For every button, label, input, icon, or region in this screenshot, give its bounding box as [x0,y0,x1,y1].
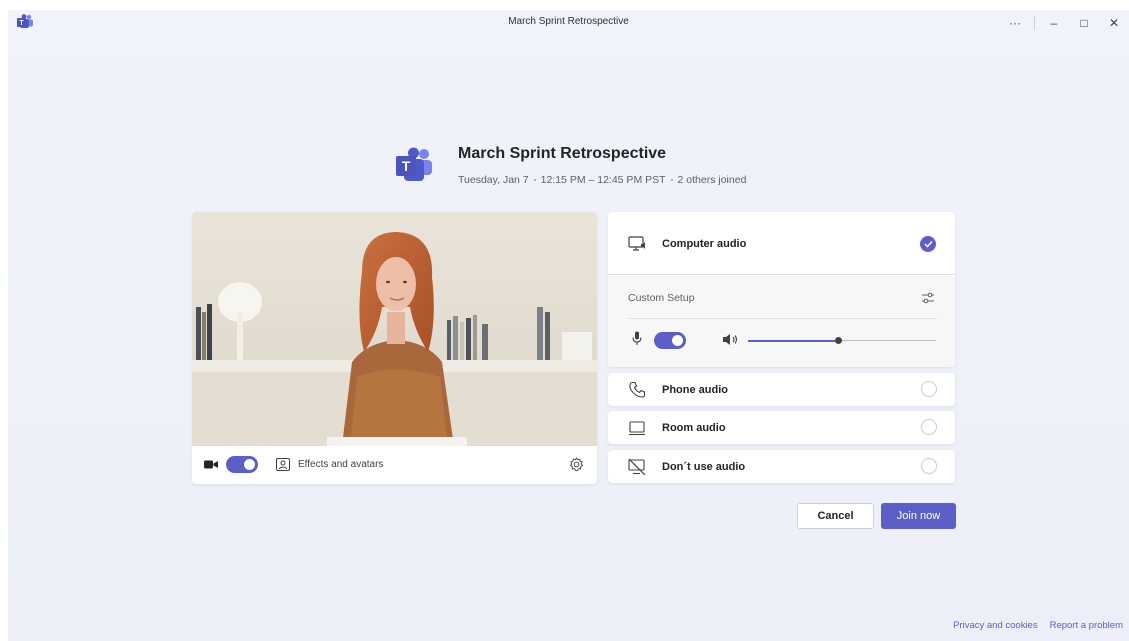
teams-logo-icon: T [396,147,432,181]
camera-icon [204,460,218,469]
audio-settings-sliders-icon[interactable] [921,291,935,305]
camera-preview [192,212,597,446]
more-options-button[interactable]: ··· [1000,10,1030,36]
speaker-icon [723,334,738,345]
title-bar: T March Sprint Retrospective ··· – □ ✕ [8,10,1129,36]
video-controls-bar: Effects and avatars [192,446,597,484]
title-separator [1034,16,1035,30]
microphone-toggle[interactable] [654,332,686,349]
window-controls: ··· – □ ✕ [1000,10,1129,36]
effects-icon [276,458,290,471]
meeting-details: Tuesday, Jan 7 12:15 PM – 12:45 PM PST 2… [458,174,746,186]
no-audio-icon [628,458,646,476]
report-problem-link[interactable]: Report a problem [1050,620,1123,631]
computer-audio-label: Computer audio [662,238,747,250]
maximize-button[interactable]: □ [1069,10,1099,36]
separator-dot [533,179,536,181]
camera-toggle[interactable] [226,456,258,473]
phone-icon [629,381,646,398]
custom-setup-label: Custom Setup [628,292,695,304]
effects-and-avatars-button[interactable]: Effects and avatars [298,459,383,470]
audio-option-none[interactable]: Don´t use audio [608,450,955,483]
room-audio-icon [629,421,645,436]
no-audio-label: Don´t use audio [662,461,746,473]
separator-dot [670,179,673,181]
close-button[interactable]: ✕ [1099,10,1129,36]
no-audio-radio[interactable] [921,458,937,474]
volume-thumb[interactable] [834,337,842,344]
audio-option-computer[interactable]: Computer audio [608,212,955,275]
audio-option-phone[interactable]: Phone audio [608,373,955,406]
svg-text:T: T [402,158,411,174]
meeting-date: Tuesday, Jan 7 [458,174,529,186]
microphone-icon [632,331,642,345]
teams-window: T March Sprint Retrospective ··· – □ ✕ T… [8,10,1129,641]
window-title: March Sprint Retrospective [508,16,629,27]
meeting-title: March Sprint Retrospective [458,145,667,162]
meeting-participants: 2 others joined [677,174,747,186]
custom-setup-divider [628,318,937,319]
selected-check-icon [920,236,936,252]
room-audio-label: Room audio [662,422,726,434]
video-settings-gear-icon[interactable] [569,457,584,472]
cancel-button[interactable]: Cancel [797,503,874,529]
room-audio-radio[interactable] [921,419,937,435]
custom-setup-panel: Custom Setup [608,276,955,367]
meeting-time: 12:15 PM – 12:45 PM PST [540,174,666,186]
phone-audio-label: Phone audio [662,384,728,396]
privacy-link[interactable]: Privacy and cookies [953,620,1037,631]
video-preview-card: Effects and avatars [192,212,597,484]
volume-fill [748,339,839,342]
computer-audio-card: Computer audio Custom Setup [608,212,955,367]
computer-audio-icon [628,236,645,251]
join-now-button[interactable]: Join now [881,503,956,529]
phone-audio-radio[interactable] [921,381,937,397]
audio-option-room[interactable]: Room audio [608,411,955,444]
footer-links: Privacy and cookies Report a problem [953,620,1123,631]
minimize-button[interactable]: – [1039,10,1069,36]
speaker-volume-slider[interactable] [748,337,936,344]
